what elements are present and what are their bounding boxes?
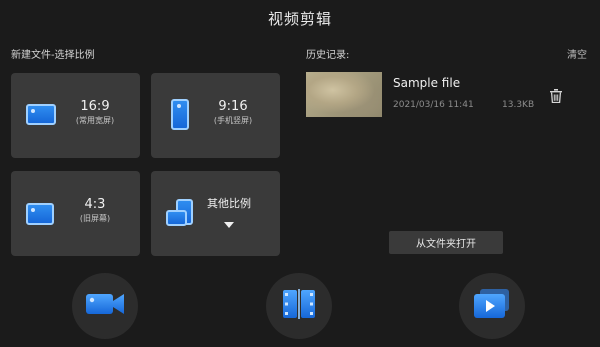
play-video-icon <box>473 288 511 324</box>
other-ratio-icon <box>166 199 196 227</box>
ratio-value: 其他比例 <box>207 197 251 210</box>
ratio-description: (常用宽屏) <box>75 116 115 125</box>
chevron-down-icon[interactable] <box>224 222 234 228</box>
portrait-icon <box>171 99 189 130</box>
trash-icon[interactable] <box>550 88 562 107</box>
record-video-button[interactable] <box>72 273 138 339</box>
ratio-description: (手机竖屏) <box>213 116 253 125</box>
clear-history-button[interactable]: 清空 <box>567 46 587 61</box>
edit-video-button[interactable] <box>266 273 332 339</box>
ratio-card-other[interactable]: 其他比例 <box>151 171 280 256</box>
widescreen-icon <box>26 104 56 125</box>
ratio-value: 16:9 <box>80 99 110 114</box>
file-size: 13.3KB <box>502 100 535 110</box>
ratio-value: 4:3 <box>84 197 106 212</box>
history-item[interactable]: Sample file 2021/03/16 11:41 13.3KB <box>306 72 576 120</box>
ratio-card-9-16[interactable]: 9:16 (手机竖屏) <box>151 73 280 158</box>
file-name: Sample file <box>393 76 461 90</box>
new-file-label: 新建文件-选择比例 <box>11 50 95 61</box>
file-date: 2021/03/16 11:41 <box>393 100 474 110</box>
classic-screen-icon <box>26 203 54 225</box>
history-label: 历史记录: <box>306 50 350 61</box>
ratio-description: (旧屏幕) <box>79 214 111 223</box>
video-camera-icon <box>85 290 125 322</box>
play-video-button[interactable] <box>459 273 525 339</box>
open-from-folder-button[interactable]: 从文件夹打开 <box>389 231 503 254</box>
ratio-value: 9:16 <box>218 99 248 114</box>
film-strip-icon <box>282 289 316 323</box>
ratio-card-4-3[interactable]: 4:3 (旧屏幕) <box>11 171 140 256</box>
video-thumbnail <box>306 72 382 117</box>
ratio-card-16-9[interactable]: 16:9 (常用宽屏) <box>11 73 140 158</box>
page-title: 视频剪辑 <box>267 10 332 28</box>
